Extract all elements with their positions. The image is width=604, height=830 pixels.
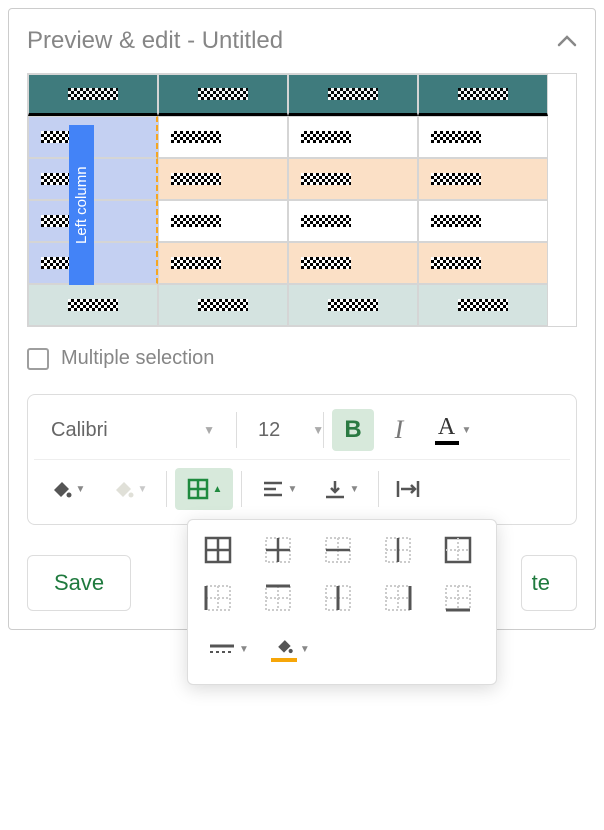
border-color-dropdown[interactable]: ▼	[265, 628, 316, 670]
data-cell[interactable]	[418, 200, 548, 242]
toolbar-row-2: ▼ ▼ ▲ ▼ ▼	[34, 459, 570, 518]
header-cell[interactable]	[288, 74, 418, 116]
font-color-button[interactable]: A ▼	[424, 409, 482, 451]
collapse-chevron-icon[interactable]	[557, 35, 577, 47]
data-cell[interactable]	[158, 242, 288, 284]
table-preview[interactable]: Left column	[27, 73, 577, 327]
data-cell[interactable]	[288, 116, 418, 158]
multiple-selection-row[interactable]: Multiple selection	[27, 347, 577, 370]
data-cell[interactable]	[288, 242, 418, 284]
dropdown-arrow-icon: ▼	[288, 484, 298, 495]
panel-header: Preview & edit - Untitled	[27, 27, 577, 55]
border-outer-icon[interactable]	[442, 534, 474, 566]
preview-grid	[27, 73, 577, 327]
header-cell[interactable]	[28, 74, 158, 116]
separator	[323, 412, 324, 448]
dropdown-arrow-icon: ▼	[138, 484, 148, 495]
font-color-glyph: A	[438, 415, 455, 439]
formatting-toolbar: Calibri ▼ 12 ▼ B I A ▼ ▼	[27, 394, 577, 525]
dropdown-arrow-icon: ▼	[203, 423, 215, 437]
border-options-grid	[202, 534, 482, 614]
separator	[236, 412, 237, 448]
border-top-icon[interactable]	[262, 582, 294, 614]
preview-edit-panel: Preview & edit - Untitled	[8, 8, 596, 630]
border-style-row: ▼ ▼	[202, 628, 482, 670]
border-all-icon[interactable]	[202, 534, 234, 566]
fill-color-button[interactable]: ▼	[38, 468, 96, 510]
save-button[interactable]: Save	[27, 555, 131, 611]
italic-button[interactable]: I	[378, 409, 420, 451]
data-cell[interactable]	[418, 158, 548, 200]
border-vertical-icon[interactable]	[382, 534, 414, 566]
panel-title: Preview & edit - Untitled	[27, 27, 283, 55]
footer-cell[interactable]	[28, 284, 158, 326]
separator	[378, 471, 379, 507]
bold-button[interactable]: B	[332, 409, 374, 451]
separator	[241, 471, 242, 507]
borders-button[interactable]: ▲	[175, 468, 233, 510]
footer-cell[interactable]	[158, 284, 288, 326]
vertical-align-button[interactable]: ▼	[312, 468, 370, 510]
left-column-label: Left column	[69, 125, 94, 285]
border-inner-v-icon[interactable]	[322, 582, 354, 614]
data-cell[interactable]	[288, 200, 418, 242]
data-cell[interactable]	[158, 116, 288, 158]
action-buttons-row: Save te ▼	[27, 555, 577, 611]
dropdown-arrow-icon: ▼	[76, 484, 86, 495]
header-cell[interactable]	[418, 74, 548, 116]
wrap-text-button[interactable]	[387, 468, 429, 510]
font-color-underline	[435, 441, 459, 445]
multiple-selection-checkbox[interactable]	[27, 348, 49, 370]
dropdown-arrow-icon: ▼	[350, 484, 360, 495]
footer-cell[interactable]	[418, 284, 548, 326]
border-left-icon[interactable]	[202, 582, 234, 614]
horizontal-align-button[interactable]: ▼	[250, 468, 308, 510]
toolbar-row-1: Calibri ▼ 12 ▼ B I A ▼	[34, 401, 570, 459]
partial-button[interactable]: te	[521, 555, 577, 611]
data-cell[interactable]	[418, 242, 548, 284]
border-color-swatch	[271, 658, 297, 662]
border-right-icon[interactable]	[382, 582, 414, 614]
separator	[166, 471, 167, 507]
dropdown-arrow-icon: ▼	[300, 644, 310, 655]
borders-popup: ▼ ▼	[187, 519, 497, 685]
footer-cell[interactable]	[288, 284, 418, 326]
border-horizontal-icon[interactable]	[322, 534, 354, 566]
font-family-value: Calibri	[51, 419, 108, 442]
dropdown-arrow-icon: ▲	[213, 484, 223, 495]
data-cell[interactable]	[418, 116, 548, 158]
border-bottom-icon[interactable]	[442, 582, 474, 614]
data-cell[interactable]	[288, 158, 418, 200]
data-cell[interactable]	[158, 200, 288, 242]
border-inner-icon[interactable]	[262, 534, 294, 566]
font-size-dropdown[interactable]: 12 ▼	[245, 412, 315, 449]
border-style-dropdown[interactable]: ▼	[202, 628, 255, 670]
header-cell[interactable]	[158, 74, 288, 116]
data-cell[interactable]	[158, 158, 288, 200]
dropdown-arrow-icon: ▼	[239, 644, 249, 655]
font-family-dropdown[interactable]: Calibri ▼	[38, 412, 228, 449]
multiple-selection-label: Multiple selection	[61, 347, 214, 370]
fill-color-light-button[interactable]: ▼	[100, 468, 158, 510]
font-size-value: 12	[258, 419, 280, 442]
dropdown-arrow-icon: ▼	[462, 425, 472, 436]
